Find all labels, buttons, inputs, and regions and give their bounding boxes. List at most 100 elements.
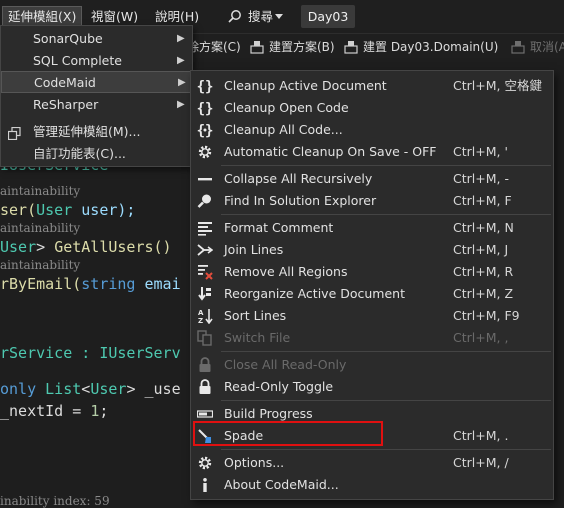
menu-item-format-comment[interactable]: Format Comment Ctrl+M, N bbox=[191, 217, 553, 239]
menu-item-label: Cleanup Open Code bbox=[224, 100, 349, 115]
remove-regions-icon bbox=[197, 264, 213, 280]
magnifier-icon bbox=[197, 193, 213, 209]
code-token: GetAllUsers() bbox=[54, 238, 172, 256]
menu-item-label: Switch File bbox=[224, 330, 291, 345]
menu-item-label: Find In Solution Explorer bbox=[224, 193, 377, 208]
menu-item-label: ReSharper bbox=[33, 97, 99, 112]
code-token: rByEmail( bbox=[0, 275, 82, 293]
menu-item-sonarqube[interactable]: SonarQube ▶ bbox=[1, 28, 192, 50]
menu-item-collapse-all[interactable]: Collapse All Recursively Ctrl+M, - bbox=[191, 168, 553, 190]
build-project-button[interactable]: 建置 Day03.Domain(U) bbox=[363, 38, 498, 56]
curly-braces-icon: {} bbox=[197, 100, 214, 117]
shortcut-label: Ctrl+M, F bbox=[453, 193, 512, 208]
submenu-arrow-icon: ▶ bbox=[177, 33, 185, 44]
menu-item-codemaid[interactable]: CodeMaid ▶ bbox=[1, 71, 192, 93]
gear-icon bbox=[197, 455, 213, 471]
menu-item-label: Close All Read-Only bbox=[224, 357, 347, 372]
code-token: ser( bbox=[0, 201, 37, 219]
code-token: only bbox=[0, 380, 46, 398]
codelens-hint: aintainability bbox=[0, 221, 81, 235]
menu-separator bbox=[221, 214, 551, 215]
comment-format-icon bbox=[197, 220, 213, 236]
svg-text:{}: {} bbox=[197, 101, 213, 116]
shortcut-label: Ctrl+M, F9 bbox=[453, 308, 520, 323]
code-line: ser(User user); bbox=[0, 201, 135, 219]
menu-item-close-all-read-only[interactable]: Close All Read-Only bbox=[191, 354, 553, 376]
build-solution-button[interactable]: 建置方案(B) bbox=[269, 38, 335, 56]
code-token: string bbox=[81, 275, 136, 293]
menu-item-sql-complete[interactable]: SQL Complete ▶ bbox=[1, 50, 192, 72]
menu-item-label: SQL Complete bbox=[33, 53, 122, 68]
menu-item-find-in-solution-explorer[interactable]: Find In Solution Explorer Ctrl+M, F bbox=[191, 190, 553, 212]
menu-item-label: SonarQube bbox=[33, 31, 103, 46]
solution-name-badge[interactable]: Day03 bbox=[301, 5, 355, 28]
menu-item-cleanup-all-code[interactable]: {} Cleanup All Code... bbox=[191, 119, 553, 141]
extensions-menu: SonarQube ▶ SQL Complete ▶ CodeMaid ▶ Re… bbox=[0, 25, 193, 167]
menu-item-reorganize-active-document[interactable]: Reorganize Active Document Ctrl+M, Z bbox=[191, 283, 553, 305]
chevron-down-icon[interactable] bbox=[275, 14, 283, 19]
menu-item-sort-lines[interactable]: AZ Sort Lines Ctrl+M, F9 bbox=[191, 305, 553, 327]
code-token: User bbox=[0, 238, 37, 256]
submenu-arrow-icon: ▶ bbox=[177, 55, 185, 66]
shortcut-label: Ctrl+M, N bbox=[453, 220, 514, 235]
menu-item-label: Read-Only Toggle bbox=[224, 379, 334, 394]
menu-item-label: Sort Lines bbox=[224, 308, 287, 323]
menu-item-join-lines[interactable]: Join Lines Ctrl+M, J bbox=[191, 239, 553, 261]
shortcut-label: Ctrl+M, - bbox=[453, 171, 509, 186]
menu-help[interactable]: 說明(H) bbox=[150, 7, 204, 27]
menu-item-label: 自訂功能表(C)... bbox=[33, 146, 126, 161]
code-line: User> GetAllUsers() bbox=[0, 238, 172, 256]
menu-item-label: Cleanup All Code... bbox=[224, 122, 343, 137]
search-icon[interactable] bbox=[228, 9, 242, 23]
menu-item-label: Automatic Cleanup On Save - OFF bbox=[224, 144, 437, 159]
menu-item-cleanup-active-document[interactable]: {} Cleanup Active Document Ctrl+M, 空格鍵 bbox=[191, 75, 553, 97]
svg-text:Z: Z bbox=[198, 317, 203, 324]
menu-item-label: Reorganize Active Document bbox=[224, 286, 405, 301]
menu-item-about-codemaid[interactable]: About CodeMaid... bbox=[191, 474, 553, 496]
clean-solution-button[interactable]: 除方案(C) bbox=[187, 38, 241, 56]
menu-item-remove-all-regions[interactable]: Remove All Regions Ctrl+M, R bbox=[191, 261, 553, 283]
menu-item-resharper[interactable]: ReSharper ▶ bbox=[1, 94, 192, 116]
menu-separator bbox=[221, 449, 551, 450]
codelens-hint: inability index: 59 bbox=[0, 494, 110, 508]
progress-bar-icon bbox=[196, 406, 214, 422]
menu-item-switch-file[interactable]: Switch File Ctrl+M, , bbox=[191, 327, 553, 349]
shortcut-label: Ctrl+M, , bbox=[453, 330, 509, 345]
curly-braces-icon: {} bbox=[197, 78, 214, 95]
menu-separator bbox=[221, 165, 551, 166]
menu-item-label: Collapse All Recursively bbox=[224, 171, 373, 186]
code-token: ; bbox=[99, 402, 109, 420]
cancel-build-icon bbox=[511, 40, 525, 57]
svg-text:A: A bbox=[198, 309, 204, 317]
menu-item-cleanup-open-code[interactable]: {} Cleanup Open Code bbox=[191, 97, 553, 119]
codelens-hint: aintainability bbox=[0, 184, 81, 198]
build-icon bbox=[344, 40, 358, 57]
menu-item-label: 管理延伸模組(M)... bbox=[33, 124, 141, 139]
code-token: List bbox=[45, 380, 82, 398]
menu-window[interactable]: 視窗(W) bbox=[86, 7, 143, 27]
code-line: only List<User> _use bbox=[0, 380, 181, 398]
menu-item-options[interactable]: Options... Ctrl+M, / bbox=[191, 452, 553, 474]
shortcut-label: Ctrl+M, . bbox=[453, 428, 509, 443]
menu-item-label: Options... bbox=[224, 455, 285, 470]
menu-item-manage-extensions[interactable]: 管理延伸模組(M)... bbox=[1, 121, 192, 143]
codelens-hint: aintainability bbox=[0, 258, 81, 272]
sort-az-icon: AZ bbox=[197, 308, 213, 325]
switch-file-icon bbox=[197, 330, 213, 346]
lock-icon bbox=[197, 379, 213, 395]
search-button[interactable]: 搜尋 bbox=[243, 7, 278, 27]
menu-item-customize-menu[interactable]: 自訂功能表(C)... bbox=[1, 143, 192, 165]
reorganize-icon bbox=[197, 286, 213, 302]
shortcut-label: Ctrl+M, R bbox=[453, 264, 514, 279]
menu-item-read-only-toggle[interactable]: Read-Only Toggle bbox=[191, 376, 553, 398]
menu-item-automatic-cleanup[interactable]: Automatic Cleanup On Save - OFF Ctrl+M, … bbox=[191, 141, 553, 163]
code-token: User bbox=[90, 380, 127, 398]
shortcut-label: Ctrl+M, Z bbox=[453, 286, 514, 301]
lock-icon bbox=[197, 357, 213, 373]
submenu-arrow-icon: ▶ bbox=[177, 99, 185, 110]
menu-item-label: Cleanup Active Document bbox=[224, 78, 387, 93]
spade-highlight-box bbox=[193, 421, 383, 446]
build-icon bbox=[250, 40, 264, 57]
cancel-build-button[interactable]: 取消(A bbox=[530, 38, 564, 56]
menu-item-label: Remove All Regions bbox=[224, 264, 348, 279]
